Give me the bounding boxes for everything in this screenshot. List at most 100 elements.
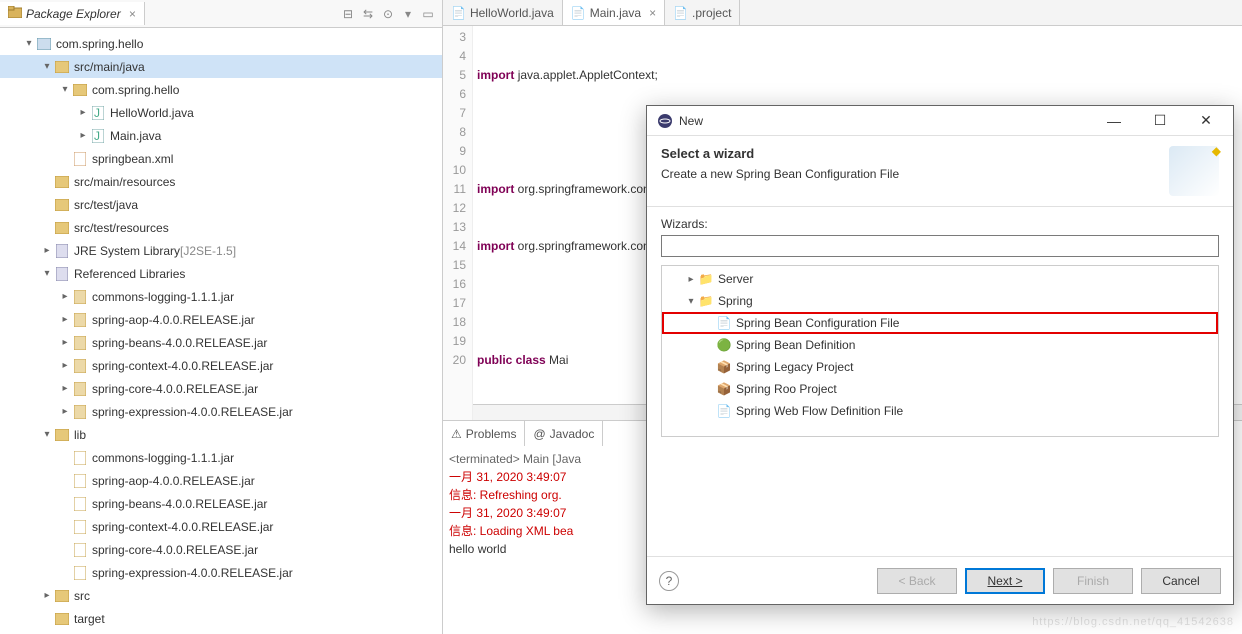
tree-jar[interactable]: ▸spring-core-4.0.0.RELEASE.jar: [0, 377, 442, 400]
jar-icon: [72, 335, 88, 351]
editor-tab-hello[interactable]: 📄HelloWorld.java: [443, 0, 563, 25]
tree-src-folder[interactable]: ▸src: [0, 584, 442, 607]
tree-jar[interactable]: ▸spring-beans-4.0.0.RELEASE.jar: [0, 331, 442, 354]
folder-icon: [54, 611, 70, 627]
wizard-item-spring-webflow[interactable]: 📄Spring Web Flow Definition File: [662, 400, 1218, 422]
tree-jar[interactable]: ▸spring-aop-4.0.0.RELEASE.jar: [0, 308, 442, 331]
tree-project[interactable]: ▾com.spring.hello: [0, 32, 442, 55]
jar-file-icon: [72, 496, 88, 512]
package-explorer-tab[interactable]: Package Explorer ×: [0, 2, 145, 25]
editor-tabs: 📄HelloWorld.java 📄Main.java× 📄.project: [443, 0, 1242, 26]
minimize-icon[interactable]: ▭: [420, 6, 436, 22]
source-folder-icon: [54, 59, 70, 75]
tree-lib-jar[interactable]: spring-context-4.0.0.RELEASE.jar: [0, 515, 442, 538]
source-folder-icon: [54, 174, 70, 190]
folder-icon: 📁: [698, 293, 714, 309]
tree-src-main-java[interactable]: ▾src/main/java: [0, 55, 442, 78]
focus-icon[interactable]: ⊙: [380, 6, 396, 22]
dialog-description: Create a new Spring Bean Configuration F…: [661, 167, 899, 181]
wizard-item-spring-legacy[interactable]: 📦Spring Legacy Project: [662, 356, 1218, 378]
new-wizard-dialog: New — ☐ ✕ Select a wizard Create a new S…: [646, 105, 1234, 605]
wizard-item-spring-bean-config[interactable]: 📄Spring Bean Configuration File: [662, 312, 1218, 334]
problems-icon: ⚠: [451, 427, 462, 441]
bean-icon: 🟢: [716, 337, 732, 353]
help-button[interactable]: ?: [659, 571, 679, 591]
folder-icon: 📁: [698, 271, 714, 287]
dialog-title: New: [679, 114, 703, 128]
package-explorer-toolbar: ⊟ ⇆ ⊙ ▾ ▭: [340, 6, 442, 22]
project-icon: 📦: [716, 359, 732, 375]
jar-icon: [72, 312, 88, 328]
finish-button[interactable]: Finish: [1053, 568, 1133, 594]
dialog-banner: Select a wizard Create a new Spring Bean…: [647, 136, 1233, 207]
tree-src-test-resources[interactable]: src/test/resources: [0, 216, 442, 239]
maximize-button[interactable]: ☐: [1137, 106, 1183, 136]
roo-icon: 📦: [716, 381, 732, 397]
tree-lib-jar[interactable]: commons-logging-1.1.1.jar: [0, 446, 442, 469]
close-icon[interactable]: ×: [649, 6, 656, 20]
source-folder-icon: [54, 220, 70, 236]
tree-lib-jar[interactable]: spring-aop-4.0.0.RELEASE.jar: [0, 469, 442, 492]
next-button[interactable]: Next >: [965, 568, 1045, 594]
library-icon: [54, 266, 70, 282]
package-explorer-tree[interactable]: ▾com.spring.hello ▾src/main/java ▾com.sp…: [0, 28, 442, 634]
tree-lib-jar[interactable]: spring-expression-4.0.0.RELEASE.jar: [0, 561, 442, 584]
jar-file-icon: [72, 542, 88, 558]
java-file-icon: J: [90, 128, 106, 144]
cancel-button[interactable]: Cancel: [1141, 568, 1221, 594]
wizard-category-server[interactable]: ▸📁Server: [662, 268, 1218, 290]
collapse-all-icon[interactable]: ⊟: [340, 6, 356, 22]
wizard-tree[interactable]: ▸📁Server ▾📁Spring 📄Spring Bean Configura…: [661, 265, 1219, 437]
folder-icon: [54, 588, 70, 604]
tree-lib-jar[interactable]: spring-core-4.0.0.RELEASE.jar: [0, 538, 442, 561]
tree-jar[interactable]: ▸commons-logging-1.1.1.jar: [0, 285, 442, 308]
wizards-label: Wizards:: [661, 217, 1219, 231]
link-with-editor-icon[interactable]: ⇆: [360, 6, 376, 22]
package-explorer-view: Package Explorer × ⊟ ⇆ ⊙ ▾ ▭ ▾com.spring…: [0, 0, 443, 634]
window-controls: — ☐ ✕: [1091, 106, 1229, 136]
close-button[interactable]: ✕: [1183, 106, 1229, 136]
tree-src-main-resources[interactable]: src/main/resources: [0, 170, 442, 193]
wizard-category-spring[interactable]: ▾📁Spring: [662, 290, 1218, 312]
tree-lib-jar[interactable]: spring-beans-4.0.0.RELEASE.jar: [0, 492, 442, 515]
java-file-icon: J: [90, 105, 106, 121]
back-button[interactable]: < Back: [877, 568, 957, 594]
svg-text:J: J: [94, 106, 100, 120]
dialog-footer: ? < Back Next > Finish Cancel: [647, 556, 1233, 604]
editor-tab-main[interactable]: 📄Main.java×: [563, 0, 665, 25]
tree-jar[interactable]: ▸spring-expression-4.0.0.RELEASE.jar: [0, 400, 442, 423]
tree-referenced-libraries[interactable]: ▾Referenced Libraries: [0, 262, 442, 285]
dialog-titlebar[interactable]: New — ☐ ✕: [647, 106, 1233, 136]
jar-file-icon: [72, 519, 88, 535]
minimize-button[interactable]: —: [1091, 106, 1137, 136]
library-icon: [54, 243, 70, 259]
tree-target-folder[interactable]: target: [0, 607, 442, 630]
wizard-item-spring-bean-def[interactable]: 🟢Spring Bean Definition: [662, 334, 1218, 356]
folder-icon: [54, 427, 70, 443]
package-explorer-title: Package Explorer: [26, 7, 121, 21]
tree-java-file-1[interactable]: ▸JHelloWorld.java: [0, 101, 442, 124]
wizard-filter-input[interactable]: [661, 235, 1219, 257]
tree-package[interactable]: ▾com.spring.hello: [0, 78, 442, 101]
jar-icon: [72, 404, 88, 420]
jar-file-icon: [72, 450, 88, 466]
problems-tab[interactable]: ⚠Problems: [443, 421, 525, 446]
tree-jre[interactable]: ▸JRE System Library [J2SE-1.5]: [0, 239, 442, 262]
tree-src-test-java[interactable]: src/test/java: [0, 193, 442, 216]
java-file-icon: 📄: [451, 6, 466, 20]
close-tab-icon[interactable]: ×: [129, 7, 136, 21]
tree-xml-file[interactable]: springbean.xml: [0, 147, 442, 170]
wizard-item-spring-roo[interactable]: 📦Spring Roo Project: [662, 378, 1218, 400]
javadoc-icon: @: [533, 427, 545, 441]
tree-java-file-2[interactable]: ▸JMain.java: [0, 124, 442, 147]
eclipse-icon: [657, 113, 673, 129]
javadoc-tab[interactable]: @Javadoc: [525, 421, 603, 446]
jar-file-icon: [72, 473, 88, 489]
tree-jar[interactable]: ▸spring-context-4.0.0.RELEASE.jar: [0, 354, 442, 377]
tree-lib-folder[interactable]: ▾lib: [0, 423, 442, 446]
xml-file-icon: [72, 151, 88, 167]
editor-tab-project[interactable]: 📄.project: [665, 0, 740, 25]
line-gutter: 34567891011121314151617181920: [443, 26, 473, 420]
view-menu-icon[interactable]: ▾: [400, 6, 416, 22]
watermark: https://blog.csdn.net/qq_41542638: [1032, 616, 1234, 628]
